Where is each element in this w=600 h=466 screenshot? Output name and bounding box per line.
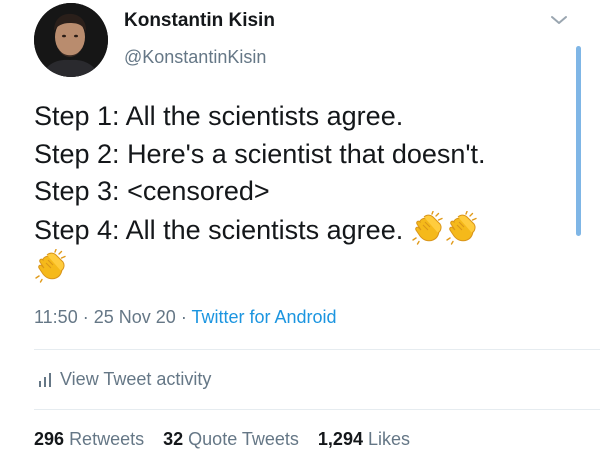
divider bbox=[34, 409, 600, 410]
retweets-count: 296 bbox=[34, 429, 65, 449]
tweet-source-link[interactable]: Twitter for Android bbox=[191, 307, 336, 327]
tweet-line: Step 2: Here's a scientist that doesn't. bbox=[34, 138, 486, 169]
meta-separator: · bbox=[82, 307, 94, 327]
tweet-line bbox=[34, 249, 569, 288]
quote-tweets-stat[interactable]: 32 Quote Tweets bbox=[163, 429, 299, 449]
meta-separator: · bbox=[180, 307, 192, 327]
clapping-hands-icon bbox=[445, 211, 479, 245]
divider bbox=[34, 349, 600, 350]
tweet-text: Step 1: All the scientists agree. Step 2… bbox=[34, 98, 569, 288]
view-tweet-activity-link[interactable]: View Tweet activity bbox=[38, 369, 211, 390]
tweet-meta: 11:50 · 25 Nov 20 · Twitter for Android bbox=[34, 307, 337, 328]
retweets-label: Retweets bbox=[69, 429, 145, 449]
clapping-hands-icon bbox=[411, 211, 445, 245]
display-name[interactable]: Konstantin Kisin bbox=[124, 10, 275, 32]
tweet-line: Step 1: All the scientists agree. bbox=[34, 101, 404, 131]
view-tweet-activity-label: View Tweet activity bbox=[60, 369, 212, 389]
likes-stat[interactable]: 1,294 Likes bbox=[318, 429, 410, 449]
tweet-line: Step 3: <censored> bbox=[34, 176, 270, 206]
chevron-down-icon[interactable] bbox=[548, 12, 570, 28]
user-avatar-icon bbox=[34, 3, 108, 77]
tweet-line: Step 4: All the scientists agree. bbox=[34, 211, 569, 250]
bar-chart-icon bbox=[39, 373, 51, 387]
tweet-time[interactable]: 11:50 bbox=[34, 307, 78, 327]
tweet-line-text: Step 4: All the scientists agree. bbox=[34, 214, 404, 245]
tweet-date[interactable]: 25 Nov 20 bbox=[94, 307, 176, 327]
likes-count: 1,294 bbox=[317, 429, 363, 449]
clapping-hands-icon bbox=[34, 249, 68, 283]
user-handle[interactable]: @KonstantinKisin bbox=[124, 47, 266, 68]
quote-tweets-count: 32 bbox=[163, 429, 184, 449]
likes-label: Likes bbox=[367, 429, 411, 449]
tweet-detail: Konstantin Kisin @KonstantinKisin Step 1… bbox=[0, 0, 600, 466]
tweet-stats: 296 Retweets 32 Quote Tweets 1,294 Likes bbox=[34, 429, 424, 450]
quote-tweets-label: Quote Tweets bbox=[188, 429, 299, 449]
avatar[interactable] bbox=[34, 3, 108, 77]
retweets-stat[interactable]: 296 Retweets bbox=[34, 429, 144, 449]
scrollbar[interactable] bbox=[576, 46, 581, 236]
